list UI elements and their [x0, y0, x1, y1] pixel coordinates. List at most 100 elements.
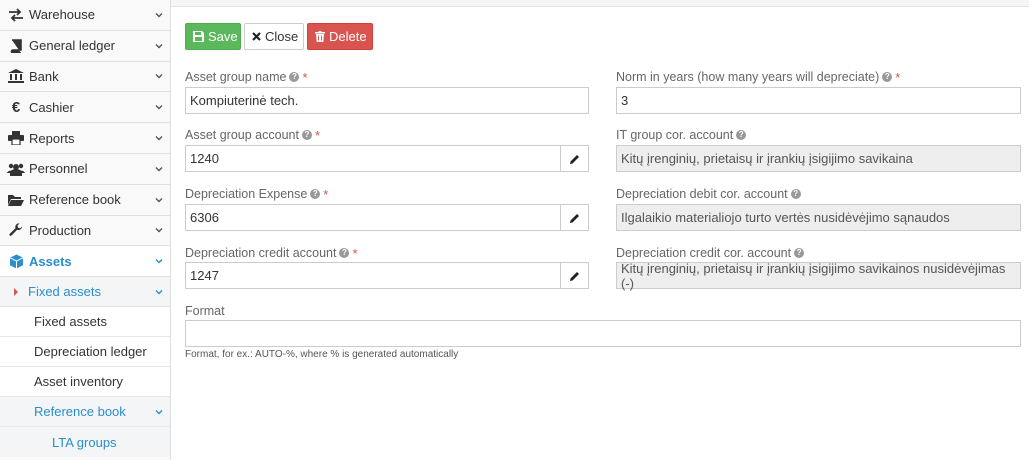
sidebar-subgroup-label: Fixed assets — [28, 284, 101, 300]
depreciation-expense-group: Depreciation Expense? * — [185, 186, 328, 202]
book-icon — [7, 38, 25, 54]
chevron-down-icon — [155, 228, 163, 233]
format-hint: Format, for ex.: AUTO-%, where % is gene… — [185, 349, 459, 360]
field-label: Format — [185, 304, 225, 318]
close-icon — [252, 32, 261, 41]
norm-years-group: Norm in years (how many years will depre… — [616, 69, 900, 85]
caret-right-icon — [14, 287, 18, 296]
sidebar-subitem-reference-book[interactable]: Reference book — [0, 397, 170, 428]
asset-group-name-group: Asset group name? * — [185, 69, 308, 85]
exchange-icon — [7, 7, 25, 23]
close-button[interactable]: Close — [244, 23, 304, 50]
sidebar-subitem-asset-inventory[interactable]: Asset inventory — [0, 367, 170, 398]
sidebar-subitem-fixed-assets[interactable]: Fixed assets — [0, 307, 170, 338]
close-label: Close — [265, 29, 299, 44]
sidebar-subgroup-fixed-assets[interactable]: Fixed assets — [0, 277, 170, 308]
sidebar-item-label: Production — [29, 222, 92, 238]
depreciation-debit-cor-field: Ilgalaikio materialiojo turto vertės nus… — [616, 204, 1021, 231]
sidebar-item-label: Assets — [29, 253, 72, 269]
pencil-icon — [569, 213, 579, 223]
it-group-cor-field: Kitų įrenginių, prietaisų ir įrankių įsi… — [616, 145, 1021, 172]
sidebar-item-warehouse[interactable]: Warehouse — [0, 0, 170, 31]
edit-depreciation-expense-button[interactable] — [561, 204, 589, 231]
help-icon: ? — [310, 189, 321, 199]
folder-open-icon — [7, 192, 25, 208]
depreciation-credit-cor-field: Kitų įrenginių, prietaisų ir įrankių įsi… — [616, 261, 1021, 291]
chevron-down-icon — [155, 105, 163, 110]
sidebar-item-bank[interactable]: Bank — [0, 61, 170, 93]
chevron-down-icon — [155, 259, 163, 264]
field-label: IT group cor. account? — [616, 127, 747, 143]
required-marker: * — [314, 127, 321, 143]
top-bar — [171, 0, 1029, 7]
chevron-down-icon — [155, 12, 163, 18]
users-icon — [7, 161, 25, 177]
sidebar-item-label: Bank — [29, 68, 59, 84]
sidebar-item-cashier[interactable]: € Cashier — [0, 92, 170, 124]
toolbar: Save Close Delete — [185, 23, 373, 50]
field-label: Depreciation debit cor. account? — [616, 186, 801, 202]
sidebar-subitem-label: Reference book — [34, 404, 126, 420]
help-icon: ? — [790, 189, 801, 199]
field-label: Depreciation credit cor. account? — [616, 245, 805, 261]
sidebar-item-assets[interactable]: Assets — [0, 246, 170, 278]
sidebar-item-label: General ledger — [29, 38, 115, 54]
help-icon: ? — [736, 130, 747, 140]
depreciation-credit-cor-group: Depreciation credit cor. account? — [616, 245, 805, 261]
sidebar-item-label: Personnel — [29, 161, 88, 177]
sidebar-item-general-ledger[interactable]: General ledger — [0, 30, 170, 62]
help-icon: ? — [289, 72, 300, 82]
field-label: Depreciation Expense? * — [185, 186, 329, 202]
trash-icon — [315, 31, 325, 42]
sidebar: Warehouse General ledger Bank € Cashier … — [0, 0, 171, 460]
format-input[interactable] — [185, 320, 1021, 347]
required-marker: * — [352, 245, 358, 261]
asset-group-name-input[interactable]: Kompiuterinė tech. — [185, 87, 589, 114]
sidebar-item-reference-book[interactable]: Reference book — [0, 184, 170, 216]
chevron-down-icon — [155, 197, 163, 203]
sidebar-item-production[interactable]: Production — [0, 215, 170, 247]
it-group-cor-group: IT group cor. account? — [616, 127, 747, 143]
field-label: Asset group account? * — [185, 127, 321, 143]
required-marker: * — [302, 69, 308, 85]
print-icon — [7, 130, 25, 146]
cube-icon — [7, 253, 25, 269]
pencil-icon — [569, 271, 579, 281]
field-label: Asset group name? * — [185, 69, 308, 85]
sidebar-item-label: Reports — [29, 130, 75, 146]
wrench-icon — [7, 222, 25, 238]
save-button[interactable]: Save — [185, 23, 241, 50]
depreciation-credit-group: Depreciation credit account? * — [185, 245, 358, 261]
delete-label: Delete — [329, 29, 367, 44]
norm-years-input[interactable]: 3 — [616, 87, 1021, 114]
save-label: Save — [208, 29, 238, 44]
field-label: Depreciation credit account? * — [185, 245, 358, 261]
floppy-icon — [193, 31, 204, 42]
sidebar-subitem-lta-groups[interactable]: LTA groups — [0, 427, 170, 458]
chevron-down-icon — [155, 74, 163, 79]
sidebar-item-personnel[interactable]: Personnel — [0, 153, 170, 185]
chevron-down-icon — [155, 166, 163, 172]
pencil-icon — [569, 154, 579, 164]
chevron-down-icon — [155, 43, 163, 49]
sidebar-subitem-depreciation-ledger[interactable]: Depreciation ledger — [0, 337, 170, 368]
depreciation-credit-input[interactable]: 1247 — [185, 262, 561, 289]
asset-group-account-input[interactable]: 1240 — [185, 145, 561, 172]
asset-group-account-group: Asset group account? * — [185, 127, 320, 143]
delete-button[interactable]: Delete — [307, 23, 373, 50]
field-label: Norm in years (how many years will depre… — [616, 69, 901, 85]
required-marker: * — [323, 186, 329, 202]
help-icon: ? — [882, 72, 893, 82]
sidebar-item-label: Cashier — [29, 99, 74, 115]
sidebar-item-reports[interactable]: Reports — [0, 123, 170, 154]
edit-asset-group-account-button[interactable] — [561, 145, 589, 172]
euro-icon: € — [11, 98, 21, 116]
sidebar-item-label: Warehouse — [29, 7, 95, 23]
depreciation-expense-input[interactable]: 6306 — [185, 204, 561, 231]
required-marker: * — [895, 69, 901, 85]
help-icon: ? — [794, 248, 805, 258]
format-group: Format — [185, 303, 225, 319]
sidebar-item-label: Reference book — [29, 192, 121, 208]
edit-depreciation-credit-button[interactable] — [561, 262, 589, 289]
bank-icon — [7, 68, 25, 84]
